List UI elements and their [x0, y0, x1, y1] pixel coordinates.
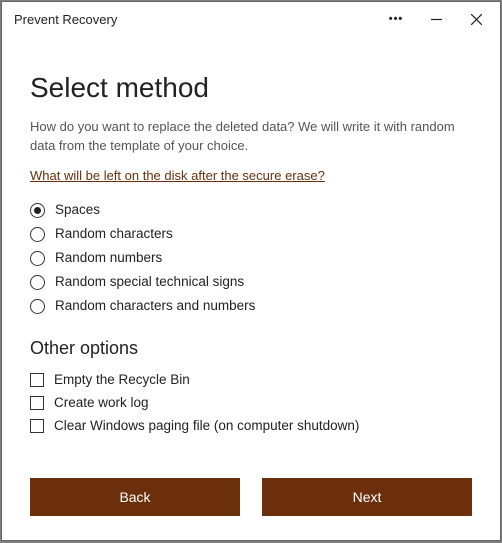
- option-create-work-log[interactable]: Create work log: [30, 396, 472, 410]
- method-radio-group: Spaces Random characters Random numbers …: [30, 203, 472, 314]
- next-button[interactable]: Next: [262, 478, 472, 516]
- radio-icon: [30, 227, 45, 242]
- radio-label: Random numbers: [55, 251, 162, 265]
- method-random-numbers[interactable]: Random numbers: [30, 251, 472, 266]
- close-button[interactable]: [456, 4, 496, 34]
- radio-icon: [30, 203, 45, 218]
- content-area: Select method How do you want to replace…: [2, 36, 500, 478]
- titlebar: Prevent Recovery •••: [2, 2, 500, 36]
- other-options-group: Empty the Recycle Bin Create work log Cl…: [30, 373, 472, 433]
- method-random-characters[interactable]: Random characters: [30, 227, 472, 242]
- checkbox-icon: [30, 419, 44, 433]
- radio-label: Random special technical signs: [55, 275, 244, 289]
- radio-label: Random characters and numbers: [55, 299, 255, 313]
- checkbox-label: Clear Windows paging file (on computer s…: [54, 419, 359, 433]
- more-icon[interactable]: •••: [376, 4, 416, 34]
- option-empty-recycle-bin[interactable]: Empty the Recycle Bin: [30, 373, 472, 387]
- radio-icon: [30, 299, 45, 314]
- checkbox-icon: [30, 396, 44, 410]
- radio-label: Spaces: [55, 203, 100, 217]
- radio-icon: [30, 251, 45, 266]
- option-clear-paging-file[interactable]: Clear Windows paging file (on computer s…: [30, 419, 472, 433]
- app-window: Prevent Recovery ••• Select method How d…: [1, 1, 501, 541]
- description-text: How do you want to replace the deleted d…: [30, 118, 472, 156]
- method-random-special[interactable]: Random special technical signs: [30, 275, 472, 290]
- minimize-button[interactable]: [416, 4, 456, 34]
- checkbox-icon: [30, 373, 44, 387]
- window-title: Prevent Recovery: [14, 12, 376, 27]
- radio-label: Random characters: [55, 227, 173, 241]
- checkbox-label: Create work log: [54, 396, 149, 410]
- method-spaces[interactable]: Spaces: [30, 203, 472, 218]
- footer-buttons: Back Next: [2, 478, 500, 540]
- other-options-heading: Other options: [30, 338, 472, 359]
- page-title: Select method: [30, 72, 472, 104]
- back-button[interactable]: Back: [30, 478, 240, 516]
- radio-icon: [30, 275, 45, 290]
- checkbox-label: Empty the Recycle Bin: [54, 373, 190, 387]
- method-random-chars-numbers[interactable]: Random characters and numbers: [30, 299, 472, 314]
- info-link[interactable]: What will be left on the disk after the …: [30, 168, 472, 183]
